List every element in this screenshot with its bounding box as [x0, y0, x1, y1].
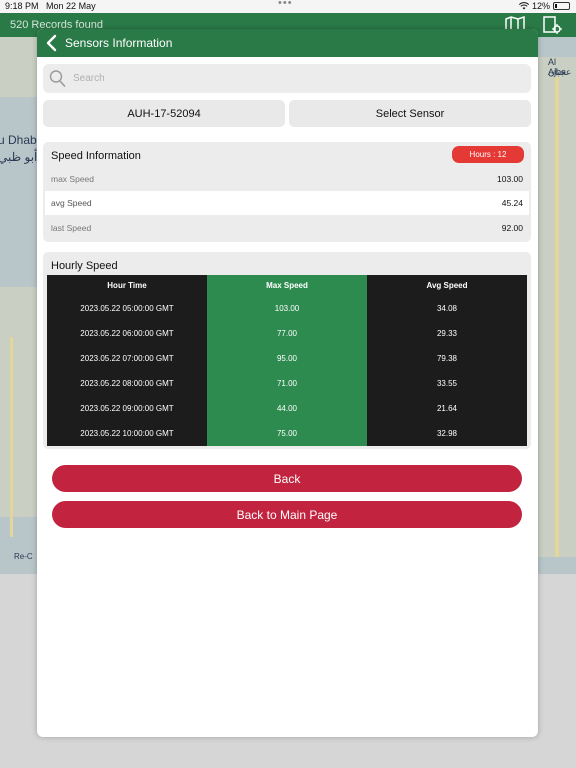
- speed-info-title: Speed Information: [51, 150, 141, 162]
- speed-information-card: Speed Information Hours : 12 max Speed 1…: [43, 142, 531, 242]
- table-header-row: Hour Time Max Speed Avg Speed: [47, 275, 527, 296]
- sensor-id-button[interactable]: AUH-17-52094: [43, 100, 285, 127]
- table-cell: 2023.05.22 05:00:00 GMT: [47, 296, 207, 321]
- speed-value: 92.00: [501, 223, 523, 233]
- map-label: عجبان: [548, 67, 572, 77]
- table-cell: 79.38: [367, 346, 527, 371]
- hours-badge[interactable]: Hours : 12: [452, 146, 524, 163]
- modal-title: Sensors Information: [65, 36, 173, 50]
- column-header: Avg Speed: [367, 275, 527, 296]
- battery-percent: 12%: [531, 1, 550, 11]
- settings-location-icon[interactable]: [541, 15, 563, 35]
- map-label: أبو ظبي: [0, 150, 38, 164]
- table-cell: 29.33: [367, 321, 527, 346]
- back-to-main-page-button[interactable]: Back to Main Page: [52, 501, 522, 528]
- speed-row-avg: avg Speed 45.24: [45, 191, 529, 215]
- column-header: Hour Time: [47, 275, 207, 296]
- speed-label: last Speed: [51, 223, 92, 233]
- speed-value: 103.00: [497, 174, 523, 184]
- speed-label: max Speed: [51, 174, 94, 184]
- status-time: 9:18 PM Mon 22 May: [5, 1, 96, 11]
- table-cell: 75.00: [207, 421, 367, 446]
- table-cell: 34.08: [367, 296, 527, 321]
- table-row: 2023.05.22 09:00:00 GMT 44.00 21.64: [47, 396, 527, 421]
- table-cell: 95.00: [207, 346, 367, 371]
- battery-icon: [553, 2, 570, 10]
- speed-value: 45.24: [501, 198, 523, 208]
- hourly-speed-card: Hourly Speed Hour Time Max Speed Avg Spe…: [43, 252, 531, 449]
- table-row: 2023.05.22 07:00:00 GMT 95.00 79.38: [47, 346, 527, 371]
- table-cell: 2023.05.22 06:00:00 GMT: [47, 321, 207, 346]
- wifi-icon: [518, 2, 529, 10]
- status-bar: 9:18 PM Mon 22 May ••• 12%: [0, 0, 576, 13]
- back-button[interactable]: Back: [52, 465, 522, 492]
- table-row: 2023.05.22 06:00:00 GMT 77.00 29.33: [47, 321, 527, 346]
- table-cell: 2023.05.22 07:00:00 GMT: [47, 346, 207, 371]
- status-right: 12%: [518, 1, 570, 11]
- map-label: Re-C: [14, 552, 33, 561]
- hourly-speed-table: Hour Time Max Speed Avg Speed 2023.05.22…: [47, 275, 527, 446]
- table-row: 2023.05.22 05:00:00 GMT 103.00 34.08: [47, 296, 527, 321]
- table-cell: 32.98: [367, 421, 527, 446]
- modal-header: Sensors Information: [37, 29, 538, 57]
- table-cell: 44.00: [207, 396, 367, 421]
- hourly-speed-title: Hourly Speed: [51, 260, 118, 272]
- table-cell: 21.64: [367, 396, 527, 421]
- speed-label: avg Speed: [51, 198, 92, 208]
- sensors-info-modal: Sensors Information AUH-17-52094 Select …: [37, 29, 538, 737]
- speed-row-last: last Speed 92.00: [45, 216, 529, 240]
- table-row: 2023.05.22 10:00:00 GMT 75.00 32.98: [47, 421, 527, 446]
- search-input[interactable]: [73, 70, 513, 87]
- search-icon: [49, 70, 66, 87]
- table-row: 2023.05.22 08:00:00 GMT 71.00 33.55: [47, 371, 527, 396]
- map-label: u Dhab: [0, 133, 37, 147]
- table-cell: 103.00: [207, 296, 367, 321]
- table-cell: 2023.05.22 08:00:00 GMT: [47, 371, 207, 396]
- chevron-left-icon[interactable]: [45, 34, 59, 52]
- table-cell: 33.55: [367, 371, 527, 396]
- speed-row-max: max Speed 103.00: [45, 167, 529, 191]
- select-sensor-button[interactable]: Select Sensor: [289, 100, 531, 127]
- column-header: Max Speed: [207, 275, 367, 296]
- table-cell: 71.00: [207, 371, 367, 396]
- table-cell: 77.00: [207, 321, 367, 346]
- table-cell: 2023.05.22 09:00:00 GMT: [47, 396, 207, 421]
- multitask-dots-icon[interactable]: •••: [278, 0, 293, 9]
- table-cell: 2023.05.22 10:00:00 GMT: [47, 421, 207, 446]
- search-bar[interactable]: [43, 64, 531, 93]
